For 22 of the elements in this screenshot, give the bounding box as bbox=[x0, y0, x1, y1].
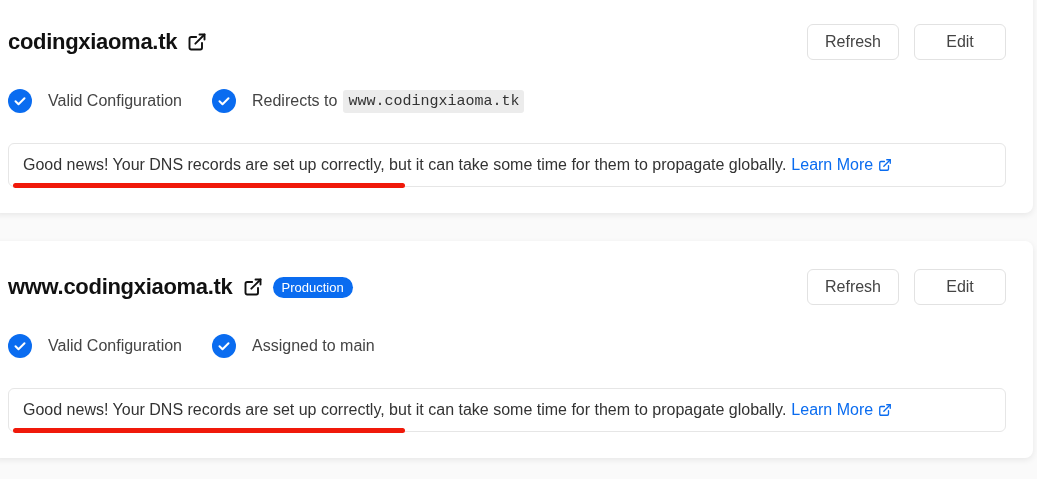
redirect-target: www.codingxiaoma.tk bbox=[343, 89, 525, 113]
learn-more-link[interactable]: Learn More bbox=[791, 156, 893, 174]
external-link-icon[interactable] bbox=[187, 32, 208, 52]
check-circle-icon bbox=[212, 89, 236, 113]
status-label: Valid Configuration bbox=[48, 92, 182, 110]
domain-name: www.codingxiaoma.tk bbox=[8, 274, 233, 300]
refresh-button[interactable]: Refresh bbox=[807, 24, 899, 60]
edit-button[interactable]: Edit bbox=[914, 269, 1006, 305]
status-label: Assigned to main bbox=[252, 337, 375, 355]
notice-text: Good news! Your DNS records are set up correctly, but it can take some time for them to propagate globally. bbox=[23, 401, 787, 419]
status-label: Redirects to bbox=[252, 92, 338, 110]
edit-button[interactable]: Edit bbox=[914, 24, 1006, 60]
domain-name: codingxiaoma.tk bbox=[8, 29, 178, 55]
check-circle-icon bbox=[8, 334, 32, 358]
check-circle-icon bbox=[8, 89, 32, 113]
learn-more-link[interactable]: Learn More bbox=[791, 401, 893, 419]
check-circle-icon bbox=[212, 334, 236, 358]
refresh-button[interactable]: Refresh bbox=[807, 269, 899, 305]
status-label: Valid Configuration bbox=[48, 337, 182, 355]
notice-text: Good news! Your DNS records are set up correctly, but it can take some time for them to propagate globally. bbox=[23, 156, 787, 174]
external-link-icon[interactable] bbox=[242, 277, 263, 297]
environment-badge: Production bbox=[272, 276, 353, 298]
